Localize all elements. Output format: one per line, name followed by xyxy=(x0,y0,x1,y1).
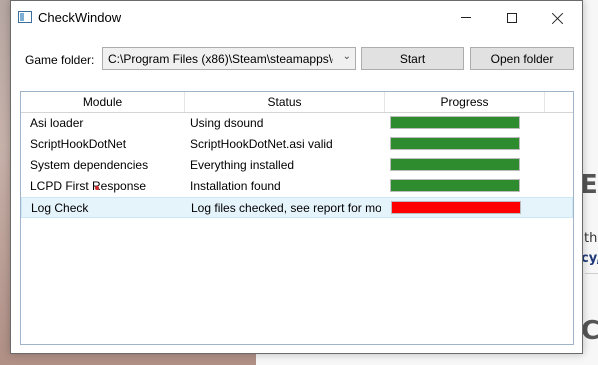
background-divider xyxy=(585,273,598,274)
progress-fill xyxy=(391,159,519,170)
table-row[interactable]: System dependencies Everything installed xyxy=(21,155,573,176)
background-text-fragment: th xyxy=(584,231,598,246)
cell-module: Log Check xyxy=(31,201,89,215)
progress-bar xyxy=(390,116,520,129)
progress-fill xyxy=(391,138,519,149)
table-row[interactable]: ScriptHookDotNet ScriptHookDotNet.asi val… xyxy=(21,134,573,155)
cell-module: LCPD First Response xyxy=(30,179,147,193)
cell-status: Using dsound xyxy=(190,116,264,130)
column-header-status[interactable]: Status xyxy=(185,92,385,112)
progress-fill xyxy=(391,180,519,191)
chevron-down-icon[interactable]: ⌄ xyxy=(343,51,351,62)
cell-module: System dependencies xyxy=(30,158,149,172)
progress-bar xyxy=(390,179,520,192)
maximize-button[interactable] xyxy=(489,1,535,34)
mouse-cursor-dot xyxy=(95,186,99,190)
cell-status: Everything installed xyxy=(190,158,295,172)
game-folder-label: Game folder: xyxy=(25,53,95,67)
background-link-fragment: cy, xyxy=(581,251,598,266)
column-header-module[interactable]: Module xyxy=(21,92,185,112)
start-button[interactable]: Start xyxy=(361,47,464,70)
title-bar[interactable]: CheckWindow xyxy=(11,1,582,34)
table-row[interactable]: Asi loader Using dsound xyxy=(21,113,573,134)
progress-fill xyxy=(391,117,519,128)
maximize-icon xyxy=(507,12,517,23)
close-button[interactable] xyxy=(535,1,581,34)
minimize-icon xyxy=(461,17,471,18)
cell-status: Log files checked, see report for mo xyxy=(191,201,381,215)
progress-fill xyxy=(392,202,520,213)
table-row[interactable]: Log Check Log files checked, see report f… xyxy=(21,197,573,218)
table-row[interactable]: LCPD First Response Installation found xyxy=(21,176,573,197)
module-status-grid[interactable]: Module Status Progress Asi loader Using d… xyxy=(20,91,574,345)
progress-bar xyxy=(390,158,520,171)
close-icon xyxy=(552,12,564,24)
cell-status: Installation found xyxy=(190,179,281,193)
cell-module: ScriptHookDotNet xyxy=(30,137,127,151)
column-header-progress[interactable]: Progress xyxy=(385,92,545,112)
window-title: CheckWindow xyxy=(38,10,122,25)
minimize-button[interactable] xyxy=(443,1,489,34)
open-folder-button[interactable]: Open folder xyxy=(470,47,574,70)
window-app-icon xyxy=(18,11,32,23)
game-folder-combobox[interactable]: C:\Program Files (x86)\Steam\steamapps\c… xyxy=(102,47,356,70)
cell-module: Asi loader xyxy=(30,116,84,130)
game-folder-value: C:\Program Files (x86)\Steam\steamapps\c xyxy=(108,52,333,66)
grid-header: Module Status Progress xyxy=(21,92,573,113)
check-window: CheckWindow Game folder: C:\Program File… xyxy=(10,0,583,354)
background-heading-fragment-2: C xyxy=(581,316,598,346)
cell-status: ScriptHookDotNet.asi valid xyxy=(190,137,333,151)
column-header-filler xyxy=(545,92,573,112)
progress-bar xyxy=(391,201,521,214)
progress-bar xyxy=(390,137,520,150)
